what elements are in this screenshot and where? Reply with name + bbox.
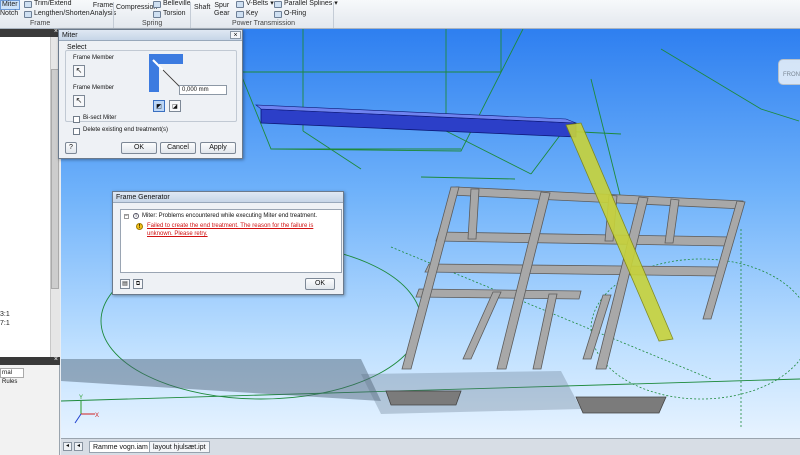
frame-member-2-select-button[interactable]: ↖ [73,95,85,107]
svg-text:Y: Y [79,395,83,401]
miter-flip-icon: ◪ [172,104,178,110]
collapse-icon[interactable]: − [124,214,129,219]
lengthen-shorten-label: Lengthen/Shorten [34,10,90,17]
copy-icon[interactable]: ⧉ [133,279,143,289]
trim-extend-icon [24,0,32,8]
miter-button-label: Miter [0,0,20,10]
group-separator [333,2,334,28]
miter-offset-field[interactable]: 0,000 mm [179,85,227,95]
key-button[interactable]: Key [236,10,258,18]
group-label-power-transmission: Power Transmission [232,20,296,27]
parallel-splines-button[interactable]: Parallel Splines ▾ [274,0,338,8]
spur-gear-line2: Gear [214,10,230,17]
viewcube[interactable]: FRON [778,59,800,85]
miter-button[interactable]: Miter [0,0,20,10]
frame-member-1-select-button[interactable]: ↖ [73,65,85,77]
shaft-button[interactable]: Shaft [194,4,210,12]
chevron-down-icon: ▾ [334,0,338,7]
spur-gear-button[interactable]: Spur Gear [214,2,230,18]
frame-members [401,186,746,370]
frame-member-1-label: Frame Member [73,55,115,61]
notch-button[interactable]: Notch [0,10,18,18]
ok-button[interactable]: OK [305,278,335,290]
browser-tree[interactable] [0,37,50,357]
key-label: Key [246,10,259,17]
oring-label: O-Ring [284,10,307,17]
floor-shadow [61,359,381,401]
tab-layout-hjulsaet-label: layout hjulsæt.ipt [153,444,206,451]
bisect-miter-label: Bi-sect Miter [83,115,117,121]
close-icon[interactable]: × [230,31,241,39]
help-button[interactable]: ? [65,142,77,154]
delete-existing-checkbox[interactable] [73,128,80,135]
group-separator [190,2,191,28]
frame-generator-dialog-title: Frame Generator [113,192,343,203]
miter-flip-button[interactable]: ◪ [169,100,181,112]
key-icon [236,10,244,18]
miter-dialog: Miter × Select Frame Member ↖ Frame Membe… [58,29,243,159]
oring-icon [274,10,282,18]
spur-gear-line1: Spur [214,2,230,9]
close-icon[interactable]: × [54,356,58,363]
ribbon: Miter Notch Trim/Extend Lengthen/Shorten… [0,0,800,29]
belleville-button[interactable]: Belleville [153,0,191,8]
miter-option-icon: ◩ [156,104,162,110]
viewcube-label: FRON [783,72,800,78]
trim-extend-button[interactable]: Trim/Extend [24,0,71,8]
group-label-spring: Spring [142,20,163,27]
group-label-frame: Frame [30,20,51,27]
message-error-line2: unknown. Please retry. [147,231,208,237]
rules-tab[interactable]: rnal Rules [0,368,24,385]
belleville-label: Belleville [163,0,191,7]
document-tab-bar: ◂ ◂ Ramme vogn.iam⊗ layout hjulsæt.ipt [61,438,800,455]
axis-triad: X Y [74,395,99,424]
info-icon: i [133,213,139,219]
browser-header: × [0,28,60,37]
panel-header: × [0,356,60,365]
model-browser-panel: × 3:1 7:1 × rnal Rules [0,28,60,455]
miter-dialog-title: Miter × [59,30,242,41]
frame-generator-dialog-title-text: Frame Generator [116,194,170,201]
cancel-button[interactable]: Cancel [160,142,196,154]
frame-member-2-label: Frame Member [73,85,115,91]
compression-button[interactable]: Compression [116,4,157,12]
browser-value: 7:1 [0,320,10,327]
oring-button[interactable]: O-Ring [274,10,306,18]
tab-layout-hjulsaet[interactable]: layout hjulsæt.ipt [149,441,210,453]
message-error-line1: Failed to create the end treatment. The … [147,223,314,229]
trim-extend-label: Trim/Extend [34,0,72,7]
warning-icon: ! [136,223,143,230]
bisect-miter-checkbox[interactable] [73,116,80,123]
vbelts-label: V-Belts [246,0,269,7]
tab-ramme-vogn-label: Ramme vogn.iam [93,444,148,451]
lengthen-shorten-icon [24,10,32,18]
cursor-arrow-icon: ↖ [75,66,83,75]
message-main: Miter: Problems encountered while execut… [142,213,318,219]
torsion-icon [153,10,161,18]
svg-text:X: X [95,413,99,419]
ok-button[interactable]: OK [121,142,157,154]
miter-dialog-title-text: Miter [62,32,78,39]
torsion-label: Torsion [163,10,186,17]
torsion-button[interactable]: Torsion [153,10,186,18]
vbelts-button[interactable]: V-Belts ▾ [236,0,274,8]
tab-first-icon[interactable]: ◂ [63,442,72,451]
browser-value: 3:1 [0,311,10,318]
tab-prev-icon[interactable]: ◂ [74,442,83,451]
miter-option-button[interactable]: ◩ [153,100,165,112]
parallel-splines-label: Parallel Splines [284,0,333,7]
lengthen-shorten-button[interactable]: Lengthen/Shorten [24,10,90,18]
message-list: − i Miter: Problems encountered while ex… [120,209,342,273]
parallel-splines-icon [274,0,282,8]
delete-existing-label: Delete existing end treatment(s) [83,127,169,133]
cursor-arrow-icon: ↖ [75,96,83,105]
vbelts-icon [236,0,244,8]
belleville-icon [153,0,161,8]
save-log-icon[interactable]: ▤ [120,279,130,289]
group-separator [113,2,114,28]
apply-button[interactable]: Apply [200,142,236,154]
frame-generator-dialog: Frame Generator − i Miter: Problems enco… [112,191,344,295]
